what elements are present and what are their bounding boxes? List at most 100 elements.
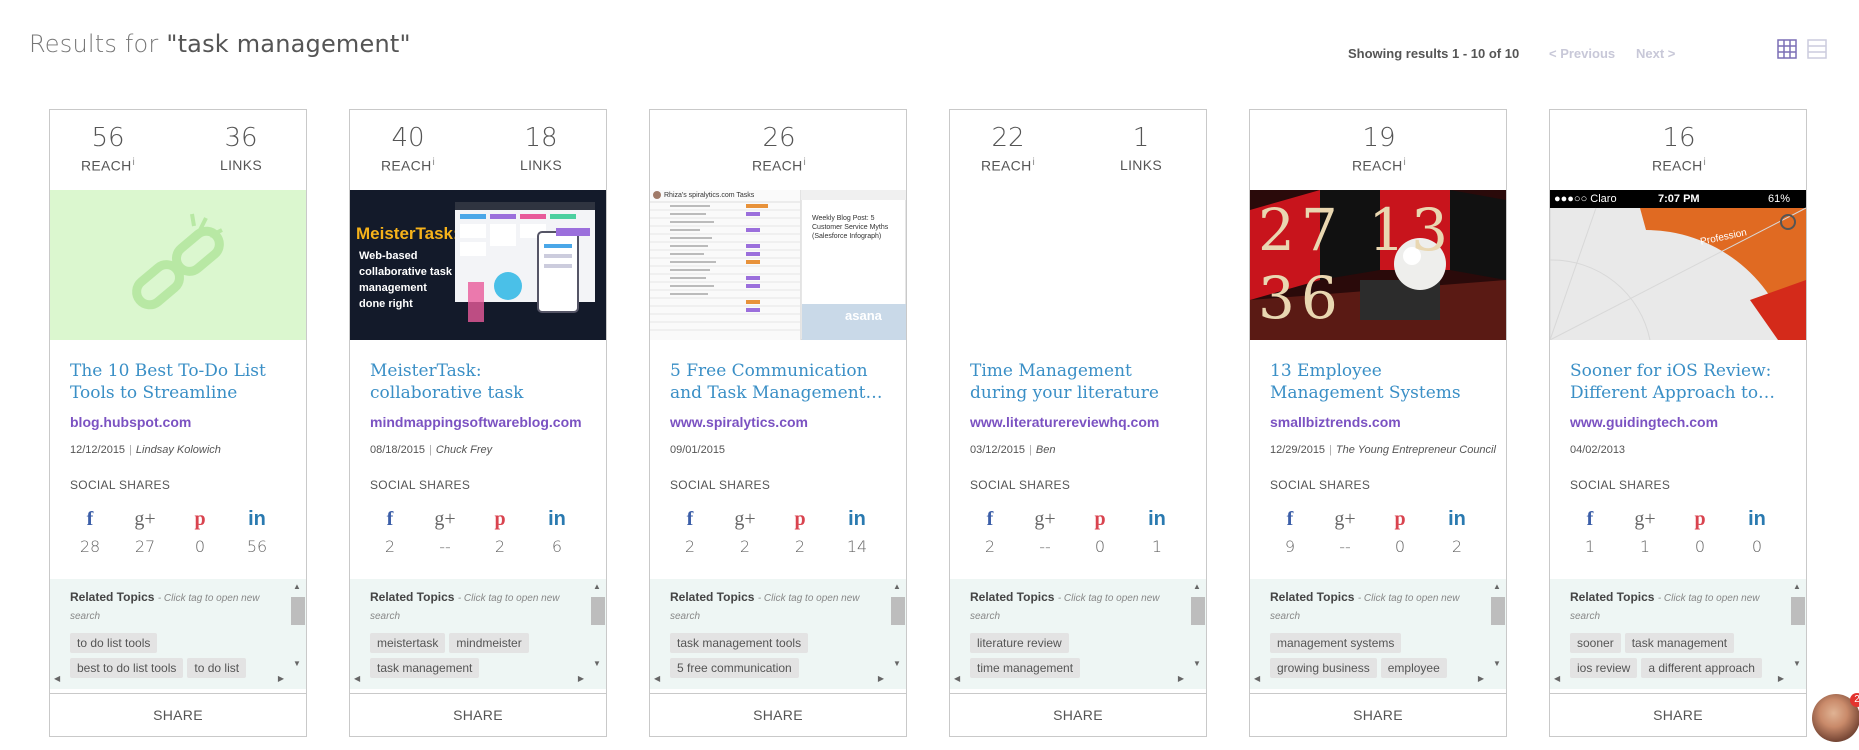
linkedin-icon[interactable]: in xyxy=(537,507,577,531)
info-icon[interactable]: i xyxy=(132,157,135,168)
thumbnail-image[interactable]: MeisterTask: Web-based collaborative tas… xyxy=(350,190,606,340)
pinterest-icon[interactable]: p xyxy=(780,507,820,531)
scroll-left-icon[interactable]: ◀ xyxy=(954,674,960,683)
scroll-left-icon[interactable]: ◀ xyxy=(1554,674,1560,683)
scroll-up-icon[interactable]: ▲ xyxy=(893,582,901,591)
scroll-up-icon[interactable]: ▲ xyxy=(1193,582,1201,591)
vertical-scrollbar[interactable]: ▲ ▼ xyxy=(1788,579,1806,671)
scroll-right-icon[interactable]: ▶ xyxy=(878,674,884,683)
horizontal-scrollbar[interactable]: ◀ ▶ xyxy=(1250,671,1488,689)
vertical-scrollbar[interactable]: ▲ ▼ xyxy=(1488,579,1506,671)
horizontal-scrollbar[interactable]: ◀ ▶ xyxy=(950,671,1188,689)
pinterest-icon[interactable]: p xyxy=(180,507,220,531)
share-button[interactable]: SHARE xyxy=(950,693,1206,736)
share-button[interactable]: SHARE xyxy=(1250,693,1506,736)
info-icon[interactable]: i xyxy=(432,157,435,168)
scroll-left-icon[interactable]: ◀ xyxy=(654,674,660,683)
scroll-down-icon[interactable]: ▼ xyxy=(1493,659,1501,668)
thumbnail-image[interactable]: ●●●○○ Claro 7:07 PM 61% Profession xyxy=(1550,190,1806,340)
facebook-icon[interactable]: f xyxy=(1570,507,1610,531)
pinterest-icon[interactable]: p xyxy=(1680,507,1720,531)
pinterest-icon[interactable]: p xyxy=(1080,507,1120,531)
google-plus-icon[interactable]: g+ xyxy=(1325,507,1365,531)
scroll-up-icon[interactable]: ▲ xyxy=(1793,582,1801,591)
info-icon[interactable]: i xyxy=(1032,157,1035,168)
topic-tag[interactable]: task management tools xyxy=(670,633,809,653)
topic-tag[interactable]: to do list tools xyxy=(70,633,158,653)
scroll-down-icon[interactable]: ▼ xyxy=(1193,659,1201,668)
google-plus-icon[interactable]: g+ xyxy=(1625,507,1665,531)
horizontal-scrollbar[interactable]: ◀ ▶ xyxy=(50,671,288,689)
facebook-icon[interactable]: f xyxy=(970,507,1010,531)
linkedin-icon[interactable]: in xyxy=(237,507,277,531)
scroll-up-icon[interactable]: ▲ xyxy=(293,582,301,591)
thumbnail-image[interactable] xyxy=(950,190,1206,340)
next-page-link[interactable]: Next > xyxy=(1636,46,1675,61)
facebook-icon[interactable]: f xyxy=(1270,507,1310,531)
vertical-scrollbar[interactable]: ▲ ▼ xyxy=(888,579,906,671)
pinterest-icon[interactable]: p xyxy=(1380,507,1420,531)
scroll-left-icon[interactable]: ◀ xyxy=(54,674,60,683)
info-icon[interactable]: i xyxy=(803,157,806,168)
linkedin-icon[interactable]: in xyxy=(1437,507,1477,531)
article-domain[interactable]: www.guidingtech.com xyxy=(1570,414,1718,430)
pinterest-icon[interactable]: p xyxy=(480,507,520,531)
thumbnail-image[interactable]: 27 13 36 xyxy=(1250,190,1506,340)
topic-tag[interactable]: literature review xyxy=(970,633,1069,653)
scroll-down-icon[interactable]: ▼ xyxy=(1793,659,1801,668)
article-domain[interactable]: smallbiztrends.com xyxy=(1270,414,1401,430)
topic-tag[interactable]: mindmeister xyxy=(449,633,529,653)
scroll-right-icon[interactable]: ▶ xyxy=(578,674,584,683)
share-button[interactable]: SHARE xyxy=(1550,693,1806,736)
scroll-down-icon[interactable]: ▼ xyxy=(893,659,901,668)
google-plus-icon[interactable]: g+ xyxy=(725,507,765,531)
scroll-left-icon[interactable]: ◀ xyxy=(1254,674,1260,683)
scroll-down-icon[interactable]: ▼ xyxy=(593,659,601,668)
thumbnail-image[interactable] xyxy=(50,190,306,340)
linkedin-icon[interactable]: in xyxy=(837,507,877,531)
article-domain[interactable]: www.literaturereviewhq.com xyxy=(970,414,1159,430)
vertical-scrollbar[interactable]: ▲ ▼ xyxy=(1188,579,1206,671)
scroll-right-icon[interactable]: ▶ xyxy=(1178,674,1184,683)
thumbnail-image[interactable]: Rhiza's spiralytics.com Tasks Weekly Blo… xyxy=(650,190,906,340)
scroll-right-icon[interactable]: ▶ xyxy=(1778,674,1784,683)
scroll-right-icon[interactable]: ▶ xyxy=(1478,674,1484,683)
grid-view-icon[interactable] xyxy=(1777,39,1797,59)
google-plus-icon[interactable]: g+ xyxy=(1025,507,1065,531)
scroll-right-icon[interactable]: ▶ xyxy=(278,674,284,683)
scroll-up-icon[interactable]: ▲ xyxy=(1493,582,1501,591)
info-icon[interactable]: i xyxy=(1403,157,1406,168)
horizontal-scrollbar[interactable]: ◀ ▶ xyxy=(1550,671,1788,689)
share-button[interactable]: SHARE xyxy=(650,693,906,736)
article-title[interactable]: 13 Employee Management Systems for Your … xyxy=(1270,360,1488,404)
vertical-scrollbar[interactable]: ▲ ▼ xyxy=(588,579,606,671)
linkedin-icon[interactable]: in xyxy=(1137,507,1177,531)
scroll-up-icon[interactable]: ▲ xyxy=(593,582,601,591)
scroll-down-icon[interactable]: ▼ xyxy=(293,659,301,668)
topic-tag[interactable]: management systems xyxy=(1270,633,1402,653)
article-title[interactable]: MeisterTask: collaborative task manageme… xyxy=(370,360,588,404)
article-domain[interactable]: mindmappingsoftwareblog.com xyxy=(370,414,582,430)
linkedin-icon[interactable]: in xyxy=(1737,507,1777,531)
horizontal-scrollbar[interactable]: ◀ ▶ xyxy=(350,671,588,689)
previous-page-link[interactable]: < Previous xyxy=(1549,46,1615,61)
scroll-left-icon[interactable]: ◀ xyxy=(354,674,360,683)
article-title[interactable]: Sooner for iOS Review: Different Approac… xyxy=(1570,360,1788,404)
article-domain[interactable]: www.spiralytics.com xyxy=(670,414,808,430)
google-plus-icon[interactable]: g+ xyxy=(425,507,465,531)
info-icon[interactable]: i xyxy=(1703,157,1706,168)
article-title[interactable]: 5 Free Communication and Task Management… xyxy=(670,360,888,404)
topic-tag[interactable]: task management xyxy=(1624,633,1735,653)
share-button[interactable]: SHARE xyxy=(350,693,606,736)
article-domain[interactable]: blog.hubspot.com xyxy=(70,414,191,430)
horizontal-scrollbar[interactable]: ◀ ▶ xyxy=(650,671,888,689)
vertical-scrollbar[interactable]: ▲ ▼ xyxy=(288,579,306,671)
topic-tag[interactable]: sooner xyxy=(1570,633,1621,653)
topic-tag[interactable]: meistertask xyxy=(370,633,446,653)
share-button[interactable]: SHARE xyxy=(50,693,306,736)
article-title[interactable]: The 10 Best To-Do List Tools to Streamli… xyxy=(70,360,288,404)
facebook-icon[interactable]: f xyxy=(670,507,710,531)
facebook-icon[interactable]: f xyxy=(370,507,410,531)
facebook-icon[interactable]: f xyxy=(70,507,110,531)
article-title[interactable]: Time Management during your literature r… xyxy=(970,360,1188,404)
